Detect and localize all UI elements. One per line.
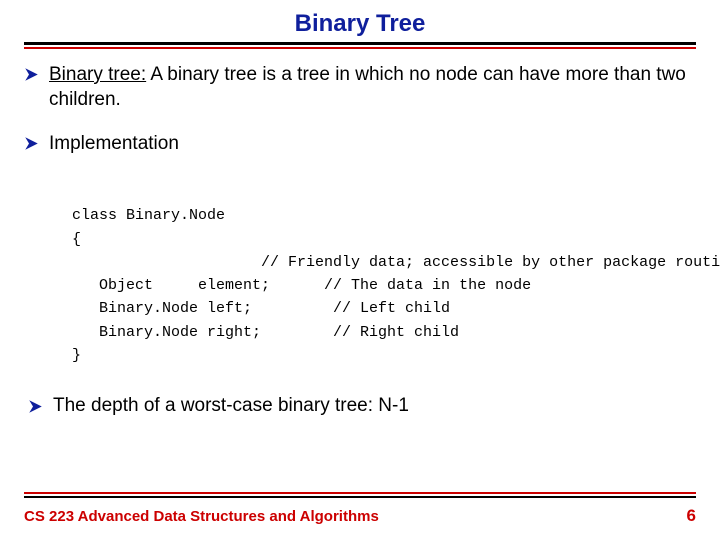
bullet-definition: Binary tree: A binary tree is a tree in … xyxy=(24,63,696,112)
code-line: Binary.Node right; // Right child xyxy=(72,324,459,341)
code-line: Object element; // The data in the node xyxy=(72,277,531,294)
code-line: } xyxy=(72,347,81,364)
slide: Binary Tree Binary tree: A binary tree i… xyxy=(0,0,720,540)
title-rule-red xyxy=(24,47,696,49)
arrow-icon xyxy=(24,67,39,82)
bullet-definition-text: Binary tree: A binary tree is a tree in … xyxy=(49,63,696,112)
depth-text: The depth of a worst-case binary tree: N… xyxy=(53,395,696,417)
code-line: class Binary.Node xyxy=(72,207,225,224)
implementation-label: Implementation xyxy=(49,132,696,157)
slide-title: Binary Tree xyxy=(24,10,696,42)
footer-page-number: 6 xyxy=(687,506,696,526)
arrow-icon xyxy=(28,399,43,414)
footer: CS 223 Advanced Data Structures and Algo… xyxy=(0,492,720,526)
definition-term: Binary tree: xyxy=(49,64,146,85)
footer-rule-red xyxy=(24,492,696,494)
code-block: class Binary.Node { // Friendly data; ac… xyxy=(72,181,696,367)
bullet-depth: The depth of a worst-case binary tree: N… xyxy=(28,395,696,417)
bullet-implementation: Implementation xyxy=(24,132,696,157)
arrow-icon xyxy=(24,136,39,151)
footer-course: CS 223 Advanced Data Structures and Algo… xyxy=(24,508,379,525)
footer-rule-black xyxy=(24,496,696,498)
footer-bar: CS 223 Advanced Data Structures and Algo… xyxy=(24,506,696,526)
code-line: { xyxy=(72,231,81,248)
title-rule-black xyxy=(24,42,696,45)
bullet-list: Binary tree: A binary tree is a tree in … xyxy=(24,63,696,177)
code-line: Binary.Node left; // Left child xyxy=(72,300,450,317)
code-line: // Friendly data; accessible by other pa… xyxy=(72,254,720,271)
